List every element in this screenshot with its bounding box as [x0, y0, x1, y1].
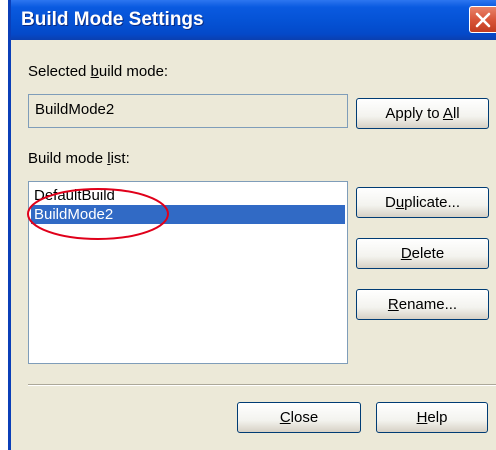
selected-build-mode-value: BuildMode2 [35, 101, 115, 118]
selected-build-mode-label: Selected build mode: [28, 63, 169, 80]
list-item-buildmode2[interactable]: BuildMode2 [31, 205, 345, 224]
build-mode-listbox[interactable]: DefaultBuild BuildMode2 [28, 181, 348, 364]
apply-to-all-button[interactable]: Apply to All [356, 98, 489, 129]
build-mode-settings-dialog: Build Mode Settings Selected build mode:… [8, 0, 496, 450]
close-button[interactable]: Close [237, 402, 361, 433]
title-bar[interactable]: Build Mode Settings [11, 0, 496, 40]
rename-button[interactable]: Rename... [356, 289, 489, 320]
selected-build-mode-field: BuildMode2 [28, 94, 348, 128]
delete-button[interactable]: Delete [356, 238, 489, 269]
list-item-defaultbuild[interactable]: DefaultBuild [31, 186, 345, 205]
build-mode-list-label: Build mode list: [28, 150, 130, 167]
close-icon [475, 12, 491, 28]
help-button[interactable]: Help [376, 402, 488, 433]
window-title: Build Mode Settings [21, 9, 204, 30]
separator [28, 384, 496, 386]
close-window-button[interactable] [469, 6, 496, 33]
duplicate-button[interactable]: Duplicate... [356, 187, 489, 218]
